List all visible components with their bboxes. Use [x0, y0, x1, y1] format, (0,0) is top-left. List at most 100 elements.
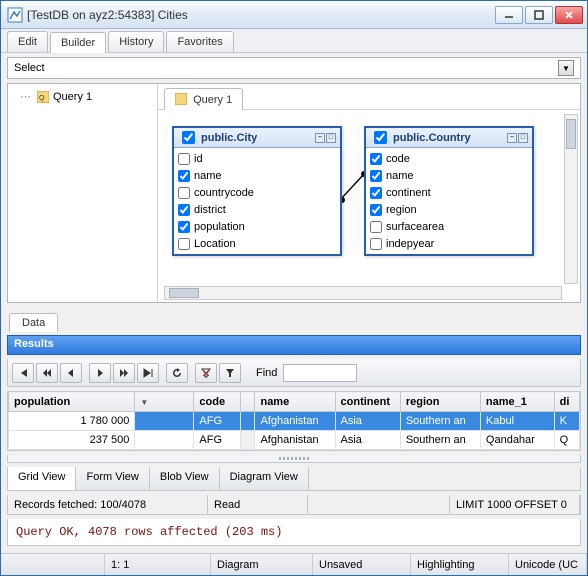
table-cell[interactable]: Southern an [400, 431, 480, 450]
refresh-button[interactable] [166, 363, 188, 383]
table-cell[interactable]: Asia [335, 431, 400, 450]
column-header[interactable]: region [400, 392, 480, 412]
column-checkbox[interactable] [370, 204, 382, 216]
column-header[interactable]: name [255, 392, 335, 412]
table-cell[interactable]: Southern an [400, 412, 480, 431]
tab-data[interactable]: Data [9, 313, 58, 332]
scrollbar-thumb[interactable] [566, 119, 576, 149]
tab-favorites[interactable]: Favorites [166, 31, 233, 52]
diagram-area[interactable]: public.City–□idnamecountrycodedistrictpo… [158, 110, 580, 302]
table-cell[interactable]: K [554, 412, 579, 431]
column-header[interactable] [240, 392, 255, 412]
column-header[interactable]: name_1 [480, 392, 554, 412]
table-cell[interactable] [240, 431, 255, 450]
entity-column[interactable]: Location [178, 235, 336, 252]
column-checkbox[interactable] [370, 153, 382, 165]
tree-item-query1[interactable]: ⋯ Q Query 1 [20, 90, 151, 103]
nav-prev-button[interactable] [60, 363, 82, 383]
filter-button[interactable] [219, 363, 241, 383]
find-input[interactable] [283, 364, 357, 382]
table-cell[interactable]: 1 780 000 [9, 412, 135, 431]
scrollbar-thumb[interactable] [169, 288, 199, 298]
column-checkbox[interactable] [370, 187, 382, 199]
column-header[interactable]: continent [335, 392, 400, 412]
column-header[interactable]: di [554, 392, 579, 412]
results-grid[interactable]: population▼code namecontinentregionname_1… [7, 391, 581, 451]
entity-max-icon[interactable]: □ [326, 133, 336, 143]
diagram-scrollbar-v[interactable] [564, 114, 578, 284]
tab-builder[interactable]: Builder [50, 32, 106, 53]
entity-column[interactable]: name [178, 167, 336, 184]
entity-column[interactable]: population [178, 218, 336, 235]
entity-select-all[interactable] [182, 131, 195, 144]
grid-resize-gripper[interactable] [7, 455, 581, 463]
table-cell[interactable]: AFG [194, 412, 240, 431]
table-cell[interactable]: Asia [335, 412, 400, 431]
table-cell[interactable]: Kabul [480, 412, 554, 431]
maximize-button[interactable] [525, 6, 553, 24]
entity-table[interactable]: public.Country–□ codenamecontinentregions… [364, 126, 534, 256]
entity-min-icon[interactable]: – [315, 133, 325, 143]
entity-column[interactable]: name [370, 167, 528, 184]
column-checkbox[interactable] [178, 204, 190, 216]
close-button[interactable] [555, 6, 583, 24]
table-cell[interactable]: 237 500 [9, 431, 135, 450]
main-tabs: Edit Builder History Favorites [1, 29, 587, 53]
entity-min-icon[interactable]: – [507, 133, 517, 143]
column-checkbox[interactable] [370, 170, 382, 182]
table-cell[interactable] [240, 412, 255, 431]
entity-column[interactable]: id [178, 150, 336, 167]
column-header[interactable]: population [9, 392, 135, 412]
select-bar[interactable]: Select ▼ [7, 57, 581, 79]
footer-encoding: Unicode (UC [509, 554, 587, 575]
column-checkbox[interactable] [370, 221, 382, 233]
column-header[interactable]: code [194, 392, 240, 412]
column-header[interactable]: ▼ [135, 392, 194, 412]
column-checkbox[interactable] [178, 153, 190, 165]
select-dropdown-icon[interactable]: ▼ [558, 60, 574, 76]
entity-column[interactable]: surfacearea [370, 218, 528, 235]
entity-column[interactable]: continent [370, 184, 528, 201]
table-cell[interactable] [135, 412, 194, 431]
entity-table[interactable]: public.City–□ idnamecountrycodedistrictpo… [172, 126, 342, 256]
nav-next-button[interactable] [89, 363, 111, 383]
view-form[interactable]: Form View [76, 467, 149, 490]
view-diagram[interactable]: Diagram View [220, 467, 309, 490]
nav-prevpage-button[interactable] [36, 363, 58, 383]
table-row[interactable]: 237 500 AFG AfghanistanAsiaSouthern anQand… [9, 431, 580, 450]
filter-clear-button[interactable] [195, 363, 217, 383]
entity-column[interactable]: code [370, 150, 528, 167]
entity-select-all[interactable] [374, 131, 387, 144]
column-checkbox[interactable] [178, 238, 190, 250]
nav-first-button[interactable] [12, 363, 34, 383]
table-cell[interactable]: Qandahar [480, 431, 554, 450]
column-checkbox[interactable] [178, 187, 190, 199]
table-cell[interactable]: Afghanistan [255, 431, 335, 450]
app-icon [7, 7, 23, 23]
column-checkbox[interactable] [178, 221, 190, 233]
entity-column[interactable]: indepyear [370, 235, 528, 252]
table-row[interactable]: 1 780 000 AFG AfghanistanAsiaSouthern anKa… [9, 412, 580, 431]
table-cell[interactable]: Q [554, 431, 579, 450]
canvas-tab-query1[interactable]: Query 1 [164, 88, 243, 110]
nav-nextpage-button[interactable] [113, 363, 135, 383]
table-cell[interactable]: AFG [194, 431, 240, 450]
column-checkbox[interactable] [178, 170, 190, 182]
view-grid[interactable]: Grid View [8, 467, 76, 490]
entity-header[interactable]: public.City–□ [174, 128, 340, 148]
table-cell[interactable]: Afghanistan [255, 412, 335, 431]
view-blob[interactable]: Blob View [150, 467, 220, 490]
entity-header[interactable]: public.Country–□ [366, 128, 532, 148]
view-tabs: Grid View Form View Blob View Diagram Vi… [7, 467, 581, 491]
nav-last-button[interactable] [137, 363, 159, 383]
entity-max-icon[interactable]: □ [518, 133, 528, 143]
tab-edit[interactable]: Edit [7, 31, 48, 52]
diagram-scrollbar-h[interactable] [164, 286, 562, 300]
entity-column[interactable]: region [370, 201, 528, 218]
entity-column[interactable]: countrycode [178, 184, 336, 201]
tab-history[interactable]: History [108, 31, 164, 52]
table-cell[interactable] [135, 431, 194, 450]
column-checkbox[interactable] [370, 238, 382, 250]
entity-column[interactable]: district [178, 201, 336, 218]
minimize-button[interactable] [495, 6, 523, 24]
